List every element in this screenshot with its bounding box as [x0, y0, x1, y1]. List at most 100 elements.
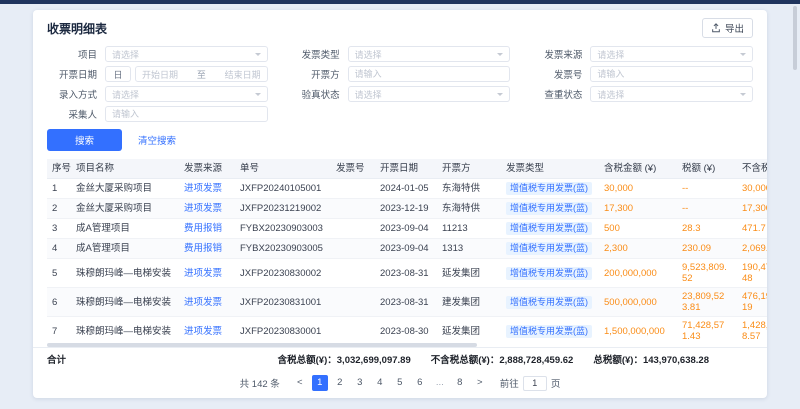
total-excl-tax: 不含税总额(¥)：2,888,728,459.62 — [431, 352, 574, 366]
invoice-type-badge: 增值税专用发票(蓝) — [506, 267, 592, 280]
cell-date: 2023-08-31 — [375, 288, 437, 317]
dup-status-select[interactable]: 请选择 — [590, 86, 753, 102]
page-button-8[interactable]: 8 — [452, 375, 468, 391]
summary-totals: 含税总额(¥)：3,032,699,097.89 不含税总额(¥)：2,888,… — [278, 352, 709, 366]
goto-unit-label: 页 — [551, 376, 561, 390]
cell-net: 471.7 — [737, 219, 767, 239]
filter-invoice-date: 开票日期 日 开始日期 至 结束日期 — [47, 66, 268, 82]
table-row: 4成A管理项目费用报销FYBX202309030052023-09-041313… — [47, 239, 767, 259]
cell-issuer: 延发集团 — [437, 317, 501, 344]
total-incl-tax-value: 3,032,699,097.89 — [337, 355, 411, 366]
chevron-down-icon — [740, 53, 746, 59]
prev-page-button[interactable]: < — [292, 375, 308, 391]
search-button[interactable]: 搜索 — [47, 129, 122, 151]
collector-input[interactable] — [105, 106, 268, 122]
invoice-type-select[interactable]: 请选择 — [348, 46, 511, 62]
cell-tax: 9,523,809.52 — [677, 259, 737, 288]
cell-order_no: JXFP20230831001 — [235, 288, 331, 317]
cell-type: 增值税专用发票(蓝) — [501, 317, 599, 344]
filter-invoice-date-label: 开票日期 — [47, 67, 97, 81]
goto-page-input[interactable] — [523, 376, 547, 391]
page-list: 123456...8 — [312, 375, 468, 391]
vertical-scrollbar[interactable] — [793, 6, 797, 70]
project-select[interactable]: 请选择 — [105, 46, 268, 62]
filter-invoice-no-label: 发票号 — [532, 67, 582, 81]
cell-date: 2024-01-05 — [375, 179, 437, 199]
cell-amount: 30,000 — [599, 179, 677, 199]
page-title: 收票明细表 — [47, 20, 107, 37]
dup-status-select-placeholder: 请选择 — [597, 88, 624, 101]
cell-net: 2,069.91 — [737, 239, 767, 259]
invoice-type-badge: 增值税专用发票(蓝) — [506, 222, 592, 235]
table-row: 3成A管理项目费用报销FYBX202309030032023-09-041121… — [47, 219, 767, 239]
horizontal-scrollbar-thumb[interactable] — [47, 343, 477, 347]
filter-verify-status: 验真状态 请选择 — [290, 86, 511, 102]
total-excl-tax-value: 2,888,728,459.62 — [499, 355, 573, 366]
next-page-button[interactable]: > — [472, 375, 488, 391]
entry-method-select[interactable]: 请选择 — [105, 86, 268, 102]
invoice-table: 序号项目名称发票来源单号发票号开票日期开票方发票类型含税金额 (¥)税额 (¥)… — [47, 159, 767, 343]
cell-no: 7 — [47, 317, 71, 344]
cell-issuer: 建发集团 — [437, 288, 501, 317]
verify-status-select[interactable]: 请选择 — [348, 86, 511, 102]
cell-net: 476,190,476.19 — [737, 288, 767, 317]
cell-amount: 500,000,000 — [599, 288, 677, 317]
cell-source: 进项发票 — [179, 288, 235, 317]
total-tax-value: 143,970,638.28 — [643, 355, 709, 366]
page-button-3[interactable]: 3 — [352, 375, 368, 391]
card-header: 收票明细表 导出 — [33, 10, 767, 40]
cell-order_no: JXFP20230830002 — [235, 259, 331, 288]
page-button-5[interactable]: 5 — [392, 375, 408, 391]
horizontal-scrollbar[interactable] — [47, 343, 765, 347]
filter-dup-status-label: 查重状态 — [532, 87, 582, 101]
chevron-down-icon — [497, 53, 503, 59]
cell-project: 成A管理项目 — [71, 239, 179, 259]
filter-project-label: 项目 — [47, 47, 97, 61]
column-header: 不含税金额 (¥) — [737, 159, 767, 179]
invoice-type-badge: 增值税专用发票(蓝) — [506, 296, 592, 309]
column-header: 序号 — [47, 159, 71, 179]
column-header: 项目名称 — [71, 159, 179, 179]
export-icon — [711, 23, 721, 33]
date-end-placeholder: 结束日期 — [225, 68, 261, 81]
cell-type: 增值税专用发票(蓝) — [501, 199, 599, 219]
cell-tax: 230.09 — [677, 239, 737, 259]
cell-no: 1 — [47, 179, 71, 199]
column-header: 含税金额 (¥) — [599, 159, 677, 179]
cell-issuer: 东海特供 — [437, 179, 501, 199]
export-button[interactable]: 导出 — [702, 18, 753, 38]
invoice-source-select-placeholder: 请选择 — [597, 48, 624, 61]
table-header-row: 序号项目名称发票来源单号发票号开票日期开票方发票类型含税金额 (¥)税额 (¥)… — [47, 159, 767, 179]
cell-source: 进项发票 — [179, 259, 235, 288]
clear-search-button[interactable]: 清空搜索 — [132, 129, 182, 151]
cell-project: 珠穆朗玛峰—电梯安装 — [71, 288, 179, 317]
invoice-source-select[interactable]: 请选择 — [590, 46, 753, 62]
project-select-placeholder: 请选择 — [112, 48, 139, 61]
chevron-down-icon — [255, 93, 261, 99]
filter-dup-status: 查重状态 请选择 — [532, 86, 753, 102]
page-button-4[interactable]: 4 — [372, 375, 388, 391]
cell-project: 珠穆朗玛峰—电梯安装 — [71, 317, 179, 344]
table-row: 1金丝大厦采购项目进项发票JXFP202401050012024-01-05东海… — [47, 179, 767, 199]
cell-source: 费用报销 — [179, 219, 235, 239]
summary-bar: 合计 含税总额(¥)：3,032,699,097.89 不含税总额(¥)：2,8… — [33, 347, 767, 370]
date-mode-select[interactable]: 日 — [105, 66, 131, 82]
cell-date: 2023-09-04 — [375, 239, 437, 259]
top-navbar — [0, 0, 800, 4]
filter-entry-method-label: 录入方式 — [47, 87, 97, 101]
filter-issuer-label: 开票方 — [290, 67, 340, 81]
issuer-input[interactable] — [348, 66, 511, 82]
filter-project: 项目 请选择 — [47, 46, 268, 62]
cell-issuer: 1313 — [437, 239, 501, 259]
invoice-type-badge: 增值税专用发票(蓝) — [506, 325, 592, 338]
filter-issuer: 开票方 — [290, 66, 511, 82]
page-ellipsis[interactable]: ... — [432, 375, 448, 391]
invoice-no-input[interactable] — [590, 66, 753, 82]
page-button-1[interactable]: 1 — [312, 375, 328, 391]
page-button-2[interactable]: 2 — [332, 375, 348, 391]
cell-amount: 500 — [599, 219, 677, 239]
cell-issuer: 11213 — [437, 219, 501, 239]
page-button-6[interactable]: 6 — [412, 375, 428, 391]
date-range-picker[interactable]: 开始日期 至 结束日期 — [135, 66, 268, 82]
column-header: 发票来源 — [179, 159, 235, 179]
